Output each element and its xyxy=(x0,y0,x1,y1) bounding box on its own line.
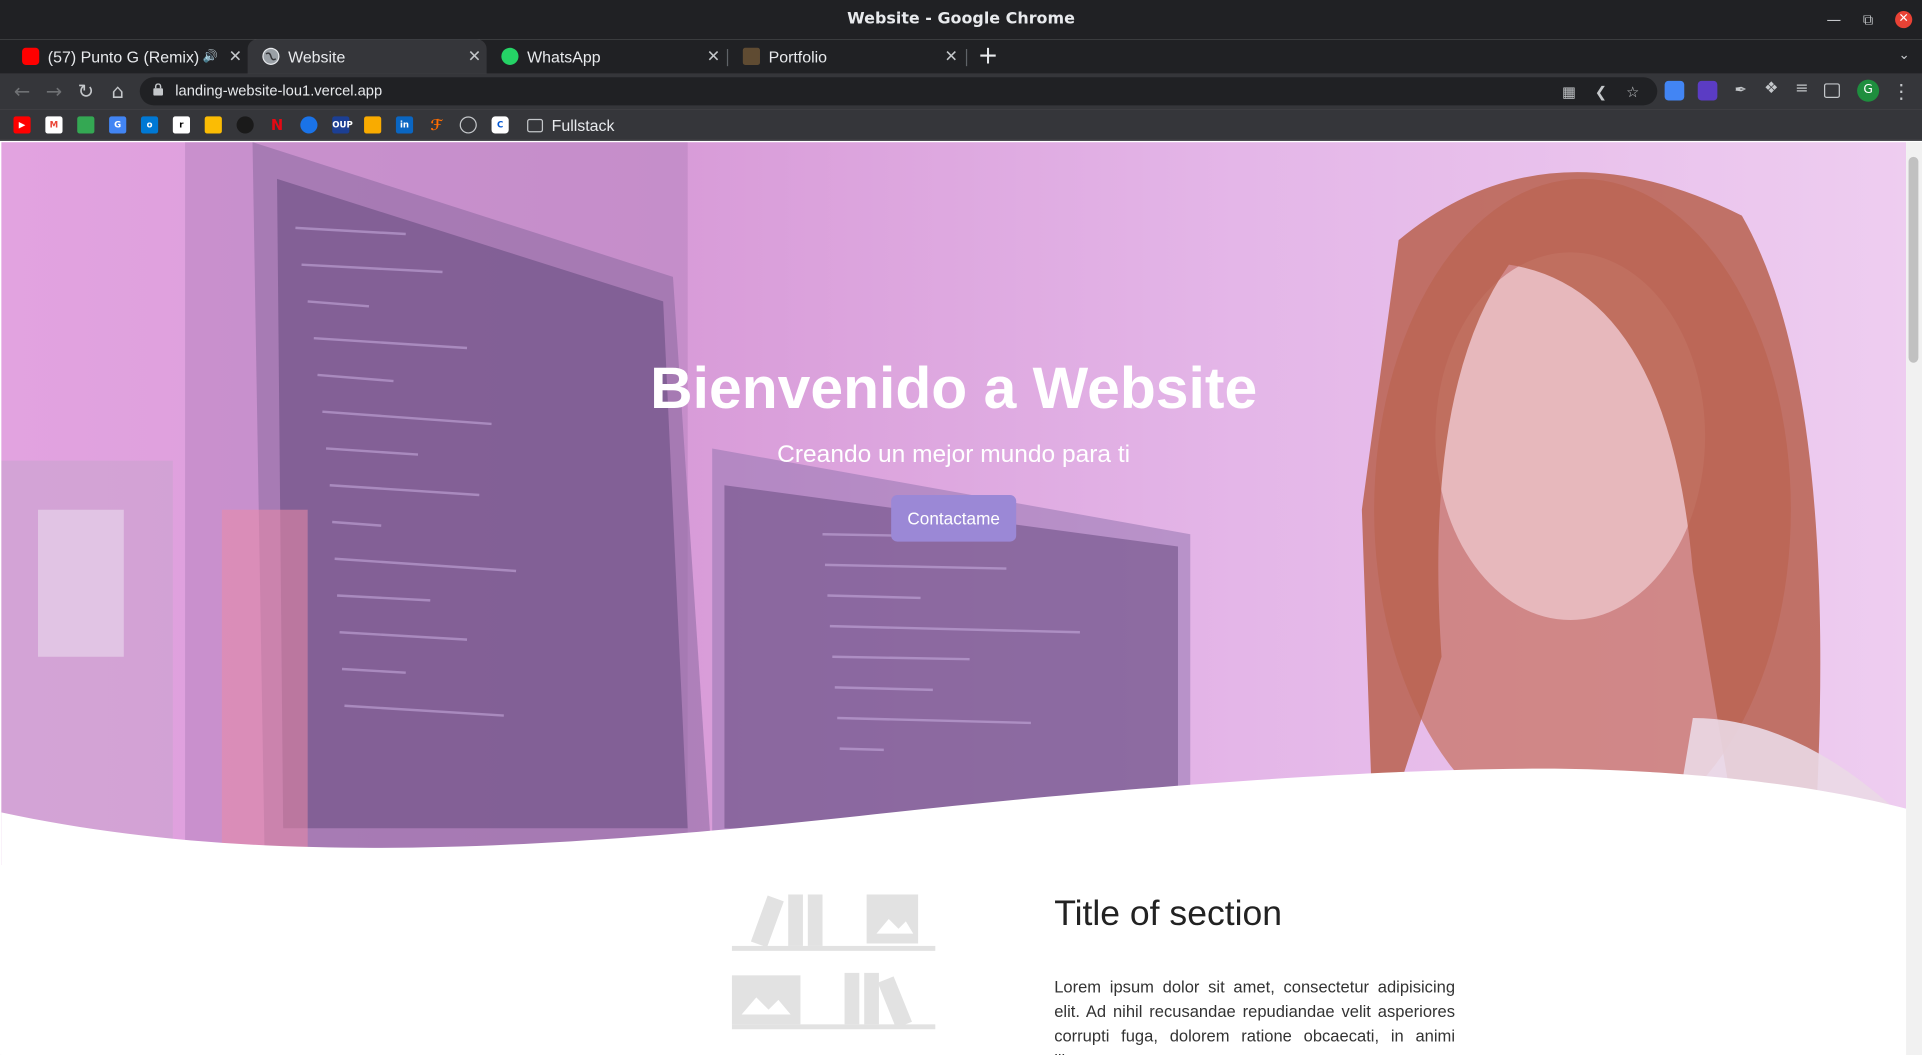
bookmark-sheets-icon[interactable] xyxy=(364,116,382,134)
section-title: Title of section xyxy=(1054,894,1283,934)
page-scrollbar[interactable] xyxy=(1906,142,1922,1055)
tab-website[interactable]: Website ✕ xyxy=(247,39,487,74)
bookmark-linkedin-icon[interactable]: in xyxy=(395,116,414,134)
side-panel-icon[interactable] xyxy=(1823,83,1840,99)
tab-title: Portfolio xyxy=(768,47,828,66)
window-title: Website - Google Chrome xyxy=(847,9,1075,29)
close-tab-icon[interactable]: ✕ xyxy=(939,47,964,67)
menu-kebab-icon[interactable]: ⋮ xyxy=(1885,74,1917,110)
bookmark-openai-icon[interactable] xyxy=(236,116,254,134)
web-page: Bienvenido a Website Creando un mejor mu… xyxy=(1,142,1907,1055)
translate-icon[interactable]: ▦ xyxy=(1559,82,1579,102)
browser-window: Website - Google Chrome — ⧉ ✕ (57) Punto… xyxy=(0,0,1922,1055)
bookmark-star-icon[interactable]: ☆ xyxy=(1623,82,1643,102)
tab-title: (57) Punto G (Remix) - xyxy=(47,47,199,66)
close-window-icon[interactable]: ✕ xyxy=(1895,11,1913,29)
briefcase-icon xyxy=(742,47,760,65)
back-button[interactable]: ← xyxy=(6,74,38,110)
bookmark-lexis-icon[interactable]: ℱ xyxy=(428,116,445,133)
globe-icon xyxy=(262,47,280,65)
reading-list-icon[interactable]: ≡ xyxy=(1792,80,1812,101)
scrollbar-thumb[interactable] xyxy=(1908,156,1919,363)
bookmark-github-icon[interactable] xyxy=(459,116,477,134)
bookshelf-illustration xyxy=(731,894,936,1030)
share-icon[interactable]: ❮ xyxy=(1591,82,1611,102)
bookmark-outlook-icon[interactable]: o xyxy=(140,116,159,134)
reload-button[interactable]: ↻ xyxy=(70,74,102,110)
speaker-icon[interactable]: 🔊 xyxy=(203,50,218,63)
bookmark-drive-icon[interactable] xyxy=(204,116,222,134)
bookmarks-bar: ▶ M G o r N OUP in ℱ C Fullstack xyxy=(0,109,1922,141)
tab-whatsapp[interactable]: WhatsApp ✕ xyxy=(487,39,726,73)
tab-title: Website xyxy=(288,47,346,66)
minimize-icon[interactable]: — xyxy=(1817,0,1851,39)
lock-icon[interactable] xyxy=(153,83,164,96)
tab-separator xyxy=(965,49,968,67)
browser-toolbar: ← → ↻ ⌂ landing-website-lou1.vercel.app … xyxy=(0,73,1922,110)
tab-search-chevron-icon[interactable]: ⌄ xyxy=(1898,47,1909,63)
profile-avatar[interactable]: G xyxy=(1857,79,1880,102)
hero-title: Bienvenido a Website xyxy=(650,356,1258,422)
home-button[interactable]: ⌂ xyxy=(102,74,134,110)
url-text: landing-website-lou1.vercel.app xyxy=(175,82,383,100)
bookmark-folder-label: Fullstack xyxy=(551,115,615,135)
bookmark-globe-icon[interactable] xyxy=(300,116,318,134)
bookmark-gmail-icon[interactable]: M xyxy=(45,116,63,134)
bookmark-translate-icon[interactable]: G xyxy=(109,116,127,134)
google-translate-extension-icon[interactable] xyxy=(1664,80,1685,101)
bookmark-netflix-icon[interactable]: N xyxy=(268,116,285,133)
bookmark-folder-fullstack[interactable]: Fullstack xyxy=(527,109,614,141)
section-body: Lorem ipsum dolor sit amet, consectetur … xyxy=(1054,977,1456,1055)
tab-title: WhatsApp xyxy=(527,47,601,66)
new-tab-button[interactable]: + xyxy=(976,39,1001,73)
forward-button[interactable]: → xyxy=(38,74,70,110)
tab-strip: (57) Punto G (Remix) - 🔊 ✕ Website ✕ Wha… xyxy=(0,39,1922,74)
window-titlebar: Website - Google Chrome xyxy=(0,0,1922,40)
restore-icon[interactable]: ⧉ xyxy=(1851,0,1885,39)
bookmark-youtube-icon[interactable]: ▶ xyxy=(13,116,31,134)
youtube-icon xyxy=(22,47,40,65)
whatsapp-icon xyxy=(501,47,519,65)
extension-badge-icon[interactable] xyxy=(1697,80,1718,101)
close-tab-icon[interactable]: ✕ xyxy=(462,47,487,67)
close-tab-icon[interactable]: ✕ xyxy=(701,47,726,67)
hero-text-block: Bienvenido a Website Creando un mejor mu… xyxy=(1,350,1906,542)
hero-wave-divider xyxy=(1,768,1907,878)
folder-icon xyxy=(527,118,544,132)
close-tab-icon[interactable]: ✕ xyxy=(223,47,248,67)
tab-portfolio[interactable]: Portfolio ✕ xyxy=(728,39,963,73)
hero-subtitle: Creando un mejor mundo para ti xyxy=(777,441,1131,469)
bookmark-maps-icon[interactable] xyxy=(77,116,95,134)
contact-button[interactable]: Contactame xyxy=(891,495,1016,542)
bookmark-rstudio-icon[interactable]: r xyxy=(172,116,190,134)
address-bar[interactable]: landing-website-lou1.vercel.app ▦ ❮ ☆ xyxy=(139,77,1658,106)
eyedropper-extension-icon[interactable]: ✒ xyxy=(1731,81,1751,101)
tab-youtube[interactable]: (57) Punto G (Remix) - 🔊 ✕ xyxy=(7,39,247,73)
extensions-puzzle-icon[interactable]: ❖ xyxy=(1761,80,1781,101)
bookmark-oup-icon[interactable]: OUP xyxy=(332,116,353,134)
bookmark-coursera-icon[interactable]: C xyxy=(491,116,509,134)
